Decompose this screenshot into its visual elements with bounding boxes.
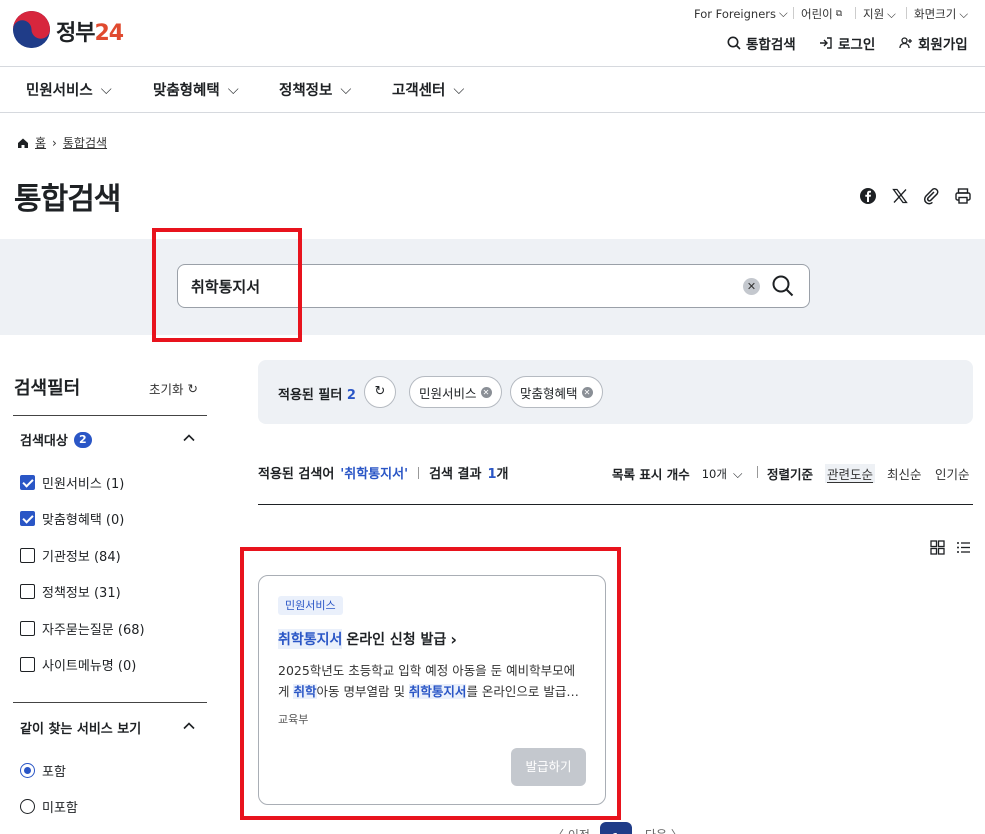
close-icon: ✕ <box>746 280 757 293</box>
x-twitter-icon[interactable] <box>891 187 909 205</box>
gnb-customer-center[interactable]: 고객센터 ⌵ <box>392 79 464 100</box>
chevron-down-icon: ⌵ <box>732 465 743 481</box>
login-icon <box>820 37 832 49</box>
highlight-box-card <box>240 547 621 820</box>
checkbox[interactable] <box>20 511 35 526</box>
sort-label: 정렬기준 <box>767 467 814 482</box>
filter-divider <box>13 415 207 416</box>
result-summary: 적용된 검색어 '취학통지서' 검색 결과 1개 <box>258 466 509 482</box>
related-radio-include[interactable]: 포함 <box>20 761 66 780</box>
search-target-title: 검색대상 2 <box>20 430 92 449</box>
list-count-control[interactable]: 목록 표시 개수 10개 ⌵ <box>612 464 742 483</box>
chevron-right-icon: › <box>52 135 57 150</box>
support-link[interactable]: 지원 ⌵ <box>863 6 896 22</box>
filter-title: 검색필터 <box>14 378 81 399</box>
grid-view-icon[interactable] <box>930 540 945 555</box>
search-submit-button[interactable] <box>771 274 795 298</box>
checkbox[interactable] <box>20 621 35 636</box>
checkbox[interactable] <box>20 548 35 563</box>
chevron-down-icon: ⌵ <box>100 81 112 98</box>
for-foreigners-link[interactable]: For Foreigners ⌵ <box>694 6 788 21</box>
chevron-down-icon: ⌵ <box>779 6 788 20</box>
filter-checkbox-agency[interactable]: 기관정보 (84) <box>20 546 121 565</box>
chevron-up-icon[interactable] <box>182 431 196 445</box>
filter-checkbox-benefit[interactable]: 맞춤형혜택 (0) <box>20 509 124 528</box>
breadcrumb: 홈 › 통합검색 <box>17 134 107 151</box>
list-view-icon[interactable] <box>956 540 971 555</box>
pager-current-page[interactable]: 1 <box>600 822 632 834</box>
filter-divider <box>13 702 207 703</box>
radio[interactable] <box>20 763 35 778</box>
filter-checkbox-policy[interactable]: 정책정보 (31) <box>20 582 121 601</box>
header-divider <box>0 66 985 67</box>
add-user-icon <box>899 37 912 49</box>
gnb-policy-info[interactable]: 정책정보 ⌵ <box>279 79 351 100</box>
government-logo[interactable] <box>13 11 50 48</box>
chevron-up-icon[interactable] <box>182 719 196 733</box>
filter-reset-button[interactable]: 초기화 ↻ <box>149 379 198 398</box>
pager-next[interactable]: 다음 〉 <box>645 826 683 834</box>
refresh-icon: ↻ <box>374 384 386 399</box>
sort-latest[interactable]: 최신순 <box>887 464 922 483</box>
filter-chip-civil[interactable]: 민원서비스 ✕ <box>409 376 502 408</box>
facebook-icon[interactable] <box>859 187 877 205</box>
kids-link[interactable]: 어린이 ⧉ <box>801 6 842 22</box>
related-service-title: 같이 찾는 서비스 보기 <box>20 722 142 737</box>
chevron-down-icon: ⌵ <box>887 6 896 21</box>
related-radio-exclude[interactable]: 미포함 <box>20 797 78 816</box>
pager-prev[interactable]: 〈 이전 <box>552 826 590 834</box>
checkbox[interactable] <box>20 475 35 490</box>
chevron-down-icon: ⌵ <box>453 81 465 98</box>
refresh-icon: ↻ <box>187 381 198 396</box>
radio[interactable] <box>20 799 35 814</box>
header-search-button[interactable]: 통합검색 <box>727 33 796 53</box>
list-count-select[interactable]: 10개 <box>702 466 727 482</box>
close-icon[interactable]: ✕ <box>480 386 492 398</box>
chevron-down-icon: ⌵ <box>227 81 239 98</box>
logo-wordmark[interactable]: 정부24 <box>56 15 124 47</box>
chevron-down-icon: ⌵ <box>340 81 352 98</box>
external-link-icon: ⧉ <box>835 9 843 19</box>
link-copy-icon[interactable] <box>922 187 940 205</box>
divider <box>855 7 856 19</box>
sort-relevance[interactable]: 관련도순 <box>825 464 876 483</box>
result-divider <box>258 504 973 505</box>
clear-search-button[interactable]: ✕ <box>743 278 760 295</box>
divider <box>793 7 794 19</box>
breadcrumb-home[interactable]: 홈 <box>35 134 46 151</box>
filter-checkbox-civil[interactable]: 민원서비스 (1) <box>20 473 124 492</box>
gnb-civil-service[interactable]: 민원서비스 ⌵ <box>26 79 112 100</box>
screen-size-link[interactable]: 화면크기 ⌵ <box>914 6 968 22</box>
filter-checkbox-sitemenu[interactable]: 사이트메뉴명 (0) <box>20 655 136 674</box>
search-icon <box>727 36 741 50</box>
checkbox[interactable] <box>20 657 35 672</box>
print-icon[interactable] <box>954 187 972 205</box>
applied-filter-label: 적용된 필터 2 <box>278 388 356 403</box>
close-icon[interactable]: ✕ <box>581 386 593 398</box>
gnb-divider <box>0 112 985 113</box>
applied-filter-reset-button[interactable]: ↻ <box>364 376 396 408</box>
sort-popular[interactable]: 인기순 <box>935 464 970 483</box>
home-icon <box>18 138 28 148</box>
breadcrumb-current[interactable]: 통합검색 <box>63 134 107 151</box>
filter-chip-benefit[interactable]: 맞춤형혜택 ✕ <box>510 376 603 408</box>
gnb-custom-benefit[interactable]: 맞춤형혜택 ⌵ <box>153 79 239 100</box>
filter-checkbox-faq[interactable]: 자주묻는질문 (68) <box>20 619 145 638</box>
chevron-down-icon: ⌵ <box>959 6 969 21</box>
search-target-count-badge: 2 <box>73 431 92 448</box>
page-title: 통합검색 <box>14 182 121 217</box>
checkbox[interactable] <box>20 584 35 599</box>
divider <box>757 466 758 478</box>
login-button[interactable]: 로그인 <box>819 33 875 53</box>
highlight-box-search <box>152 228 302 342</box>
divider <box>906 7 907 19</box>
signup-button[interactable]: 회원가입 <box>899 33 968 53</box>
